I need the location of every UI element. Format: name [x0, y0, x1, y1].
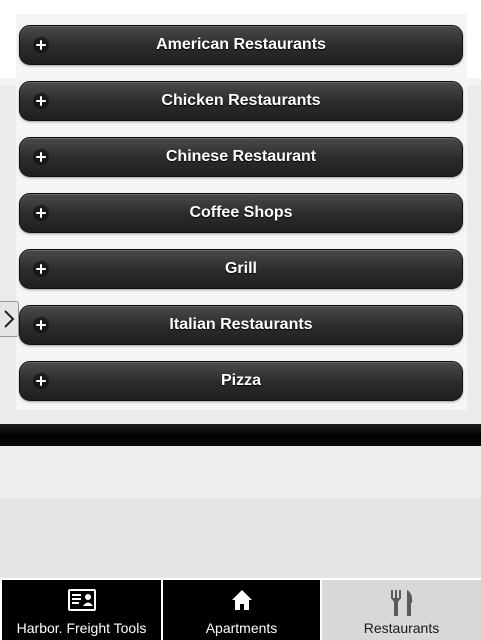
- tab-restaurants[interactable]: Restaurants: [322, 580, 481, 640]
- plus-icon: [33, 37, 49, 53]
- lower-area: [0, 446, 481, 498]
- bottom-tab-bar: Harbor. Freight Tools Apartments Restaur…: [0, 578, 481, 640]
- plus-icon: [33, 149, 49, 165]
- category-label: American Restaurants: [156, 36, 326, 53]
- category-coffee-shops[interactable]: Coffee Shops: [19, 193, 463, 233]
- category-label: Grill: [224, 260, 257, 277]
- category-label: Chicken Restaurants: [161, 92, 321, 109]
- category-italian-restaurants[interactable]: Italian Restaurants: [19, 305, 463, 345]
- category-american-restaurants[interactable]: American Restaurants: [19, 25, 463, 65]
- chevron-right-icon: [4, 310, 15, 328]
- category-grill[interactable]: Grill: [19, 249, 463, 289]
- home-icon: [231, 590, 252, 610]
- category-chinese-restaurant[interactable]: Chinese Restaurant: [19, 137, 463, 177]
- category-chicken-restaurants[interactable]: Chicken Restaurants: [19, 81, 463, 121]
- id-card-icon: [67, 589, 96, 611]
- category-pizza[interactable]: Pizza: [19, 361, 463, 401]
- tab-label: Harbor. Freight Tools: [16, 620, 147, 636]
- category-label: Italian Restaurants: [169, 316, 313, 333]
- category-label: Pizza: [220, 372, 261, 389]
- tab-apartments[interactable]: Apartments: [163, 580, 320, 640]
- plus-icon: [33, 93, 49, 109]
- plus-icon: [33, 317, 49, 333]
- side-drawer-tab[interactable]: [0, 301, 19, 337]
- tab-harbor-freight-tools[interactable]: Harbor. Freight Tools: [2, 580, 161, 640]
- fork-knife-icon: [390, 590, 412, 616]
- footer-divider-bar: [0, 424, 481, 446]
- tab-label: Restaurants: [363, 620, 440, 636]
- plus-icon: [33, 261, 49, 277]
- category-label: Coffee Shops: [189, 204, 293, 221]
- plus-icon: [33, 205, 49, 221]
- tab-label: Apartments: [205, 620, 278, 636]
- plus-icon: [33, 373, 49, 389]
- category-label: Chinese Restaurant: [165, 148, 317, 165]
- lower-area-shade: [0, 498, 481, 578]
